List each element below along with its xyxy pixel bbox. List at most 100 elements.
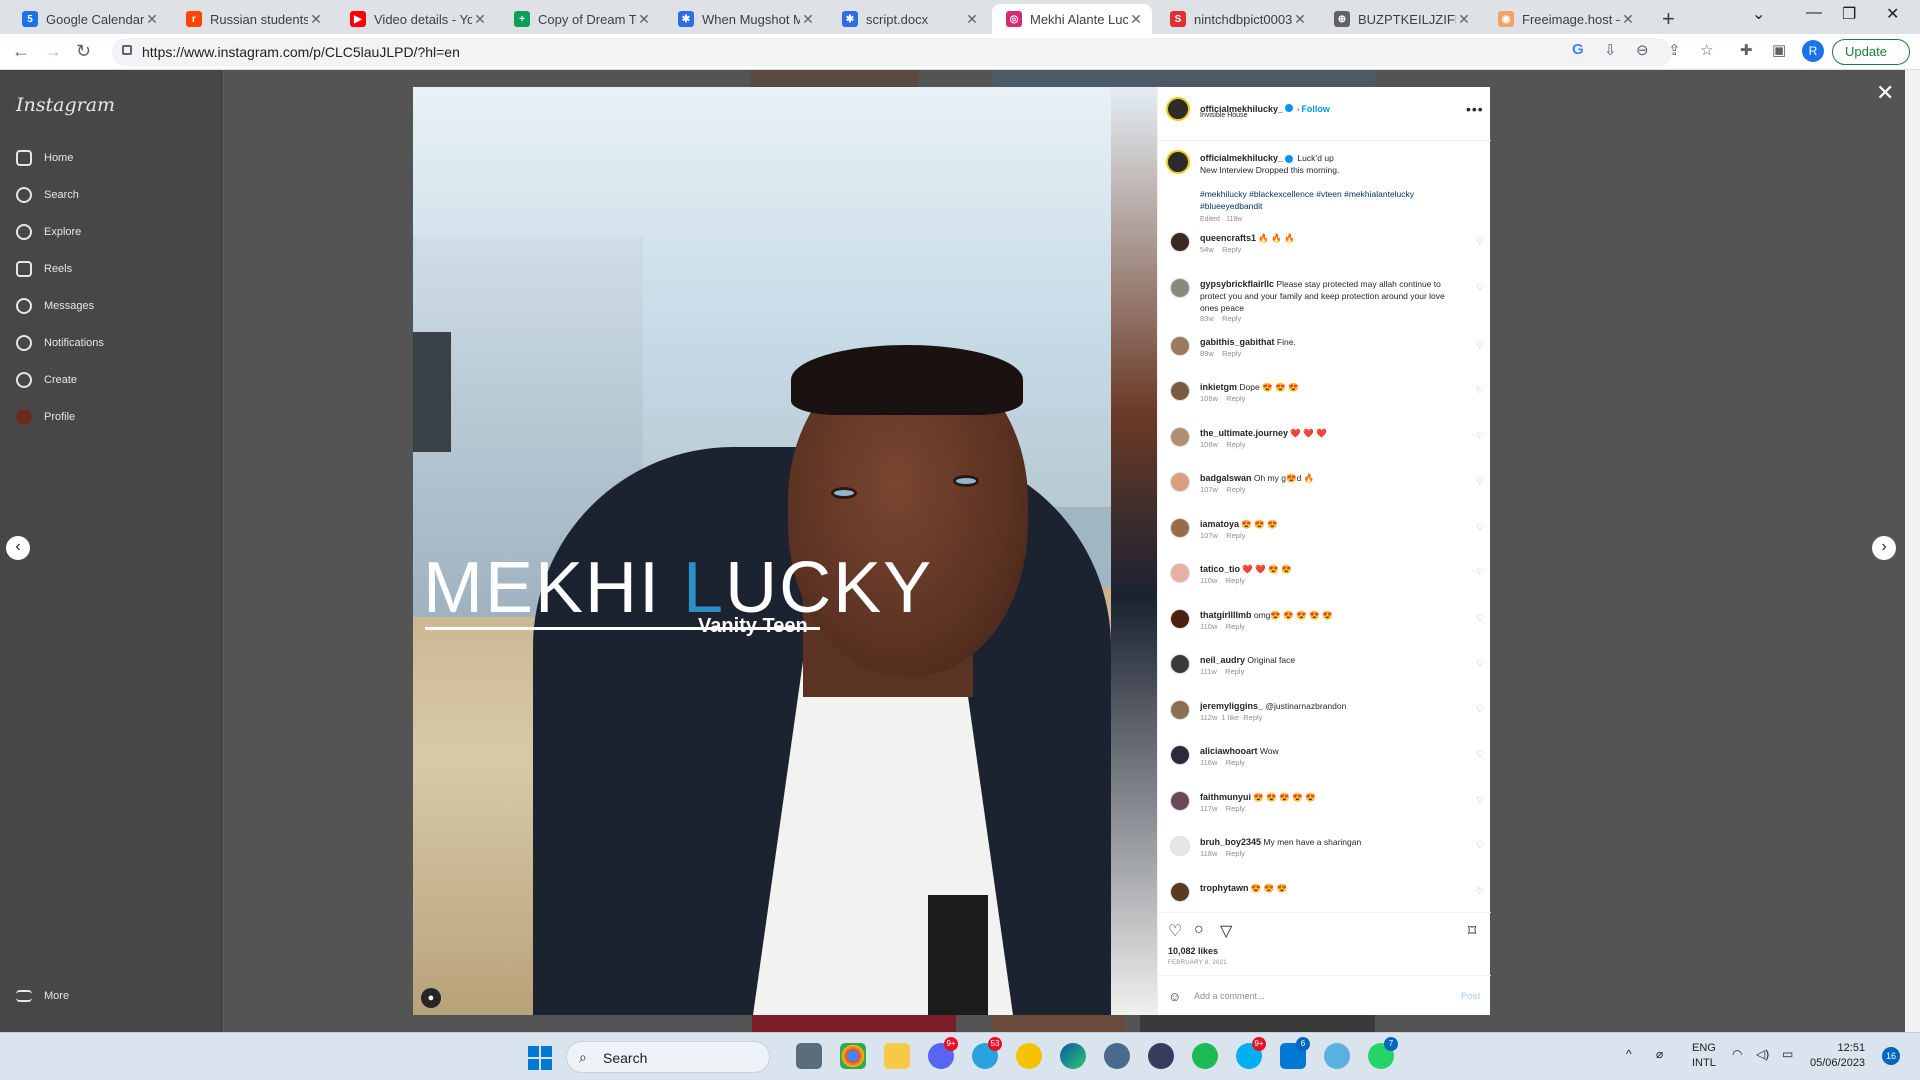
vpn-lock-icon[interactable] <box>1148 1043 1174 1069</box>
commenter-username[interactable]: the_ultimate.journey <box>1200 428 1288 438</box>
new-tab-icon[interactable]: + <box>1662 6 1675 32</box>
browser-tab[interactable]: r Russian students a✕ <box>172 4 332 34</box>
back-icon[interactable]: ← <box>12 41 30 62</box>
commenter-username[interactable]: trophytawn <box>1200 883 1249 893</box>
commenter-username[interactable]: inkietgm <box>1200 382 1237 392</box>
post-photo[interactable]: MEKHI LUCKY Vanity Teen ● <box>413 87 1111 1015</box>
tab-close-icon[interactable]: ✕ <box>1128 11 1144 28</box>
forward-icon[interactable]: → <box>44 41 62 62</box>
profile-avatar[interactable]: R <box>1802 40 1824 62</box>
comment-like-icon[interactable]: ♡ <box>1476 749 1484 760</box>
comment-like-icon[interactable]: ♡ <box>1476 340 1484 351</box>
comment-like-icon[interactable]: ♡ <box>1476 522 1484 533</box>
comment-like-icon[interactable]: ♡ <box>1476 385 1484 396</box>
instagram-logo[interactable]: Instagram <box>16 94 115 116</box>
reply-button[interactable]: Reply <box>1226 440 1245 449</box>
tab-close-icon[interactable]: ✕ <box>1620 11 1636 28</box>
browser-tab[interactable]: + Copy of Dream Tea✕ <box>500 4 660 34</box>
sidebar-item-profile[interactable]: Profile <box>16 409 75 425</box>
tab-close-icon[interactable]: ✕ <box>308 11 324 28</box>
save-bookmark-icon[interactable]: ⌑ <box>1468 921 1476 941</box>
add-comment-input[interactable]: Add a comment... <box>1194 991 1265 1001</box>
comment-likes[interactable]: 1 like <box>1222 713 1240 722</box>
url-text[interactable]: https://www.instagram.com/p/CLC5lauJLPD/… <box>142 44 460 60</box>
sidebar-item-reels[interactable]: Reels <box>16 261 72 277</box>
comment-like-icon[interactable]: ♡ <box>1476 704 1484 715</box>
browser-tab[interactable]: Snintchdbpict00034 ✕ <box>1156 4 1316 34</box>
spotify-icon[interactable] <box>1192 1043 1218 1069</box>
sidebar-item-more[interactable]: More <box>16 990 69 1002</box>
reply-button[interactable]: Reply <box>1243 713 1262 722</box>
photos-icon[interactable] <box>1324 1043 1350 1069</box>
like-heart-icon[interactable]: ♡ <box>1168 921 1182 941</box>
volume-icon[interactable]: ◁) <box>1756 1047 1769 1061</box>
commenter-avatar[interactable] <box>1170 335 1190 356</box>
settings-gear-icon[interactable] <box>1104 1043 1130 1069</box>
reply-button[interactable]: Reply <box>1222 314 1241 323</box>
wifi-icon[interactable]: ◠ <box>1732 1047 1742 1061</box>
commenter-username[interactable]: gypsybrickflairllc <box>1200 279 1274 289</box>
more-options-icon[interactable]: ••• <box>1466 101 1484 117</box>
maximize-icon[interactable]: ❐ <box>1842 4 1856 24</box>
app-icon[interactable] <box>1016 1043 1042 1069</box>
comments-list[interactable]: officialmekhilucky_ Luck’d up New Interv… <box>1158 142 1491 922</box>
reply-button[interactable]: Reply <box>1226 394 1245 403</box>
commenter-avatar[interactable] <box>1170 232 1190 252</box>
browser-tab[interactable]: ◎ Mekhi Alante Luck ✕ <box>992 4 1152 34</box>
previous-arrow-icon[interactable]: ‹ <box>6 536 30 560</box>
commenter-avatar[interactable] <box>1170 381 1190 401</box>
address-bar[interactable]: https://www.instagram.com/p/CLC5lauJLPD/… <box>112 38 1672 66</box>
reply-button[interactable]: Reply <box>1226 758 1245 767</box>
tab-close-icon[interactable]: ✕ <box>1456 11 1472 28</box>
share-plane-icon[interactable]: ▽ <box>1220 921 1232 941</box>
browser-tab[interactable]: ⊕ BUZPTKEILJZIFRSE✕ <box>1320 4 1480 34</box>
commenter-avatar[interactable] <box>1170 654 1190 674</box>
like-count[interactable]: 10,082 likes <box>1168 946 1218 956</box>
commenter-username[interactable]: faithmunyui <box>1200 792 1251 802</box>
update-button[interactable]: Update <box>1832 39 1910 65</box>
chevron-down-icon[interactable]: ⌄ <box>1752 4 1765 24</box>
reply-button[interactable]: Reply <box>1225 667 1244 676</box>
comment-like-icon[interactable]: ♡ <box>1476 795 1484 806</box>
commenter-avatar[interactable] <box>1170 517 1190 538</box>
commenter-avatar[interactable] <box>1170 745 1190 765</box>
commenter-username[interactable]: queencrafts1 <box>1200 233 1256 243</box>
follow-button[interactable]: Follow <box>1301 104 1330 114</box>
commenter-username[interactable]: jeremyliggins_ <box>1200 701 1263 711</box>
sidebar-item-notifications[interactable]: Notifications <box>16 335 104 351</box>
post-comment-button[interactable]: Post <box>1461 991 1481 1001</box>
close-icon[interactable]: ✕ <box>1876 80 1894 106</box>
author-avatar[interactable] <box>1166 150 1190 174</box>
comment-like-icon[interactable]: ♡ <box>1476 613 1484 624</box>
install-icon[interactable]: ⇩ <box>1604 41 1617 59</box>
google-icon[interactable]: G <box>1572 41 1584 58</box>
caption-hashtags[interactable]: #mekhilucky #blackexcellence #vteen #mek… <box>1200 189 1414 211</box>
browser-tab[interactable]: ▶ Video details - You ✕ <box>336 4 496 34</box>
comment-like-icon[interactable]: ♡ <box>1476 476 1484 487</box>
browser-tab[interactable]: ◉ Freeimage.host — ✕ <box>1484 4 1644 34</box>
comment-like-icon[interactable]: ♡ <box>1476 431 1484 442</box>
battery-icon[interactable]: ▭ <box>1782 1047 1793 1061</box>
reply-button[interactable]: Reply <box>1226 485 1245 494</box>
commenter-avatar[interactable] <box>1170 790 1190 811</box>
commenter-username[interactable]: bruh_boy2345 <box>1200 837 1261 847</box>
sidebar-item-create[interactable]: Create <box>16 372 77 388</box>
commenter-avatar[interactable] <box>1170 426 1190 447</box>
post-location[interactable]: Invisible House <box>1200 112 1247 119</box>
comment-icon[interactable]: ○ <box>1194 921 1204 939</box>
tab-close-icon[interactable]: ✕ <box>144 11 160 28</box>
reply-button[interactable]: Reply <box>1226 531 1245 540</box>
reply-button[interactable]: Reply <box>1226 849 1245 858</box>
commenter-username[interactable]: thatgirllllmb <box>1200 610 1252 620</box>
commenter-username[interactable]: tatico_tio <box>1200 564 1240 574</box>
caption-username[interactable]: officialmekhilucky_ <box>1200 153 1283 163</box>
commenter-avatar[interactable] <box>1170 472 1190 492</box>
lock-icon[interactable] <box>122 45 132 55</box>
browser-tab[interactable]: ✱ When Mugshot Ma✕ <box>664 4 824 34</box>
reply-button[interactable]: Reply <box>1226 804 1245 813</box>
commenter-username[interactable]: aliciawhooart <box>1200 746 1258 756</box>
comment-like-icon[interactable]: ♡ <box>1476 567 1484 578</box>
bookmark-star-icon[interactable]: ☆ <box>1700 41 1713 59</box>
sidebar-item-home[interactable]: Home <box>16 150 73 166</box>
system-clock[interactable]: 12:51 05/06/2023 <box>1810 1041 1865 1071</box>
